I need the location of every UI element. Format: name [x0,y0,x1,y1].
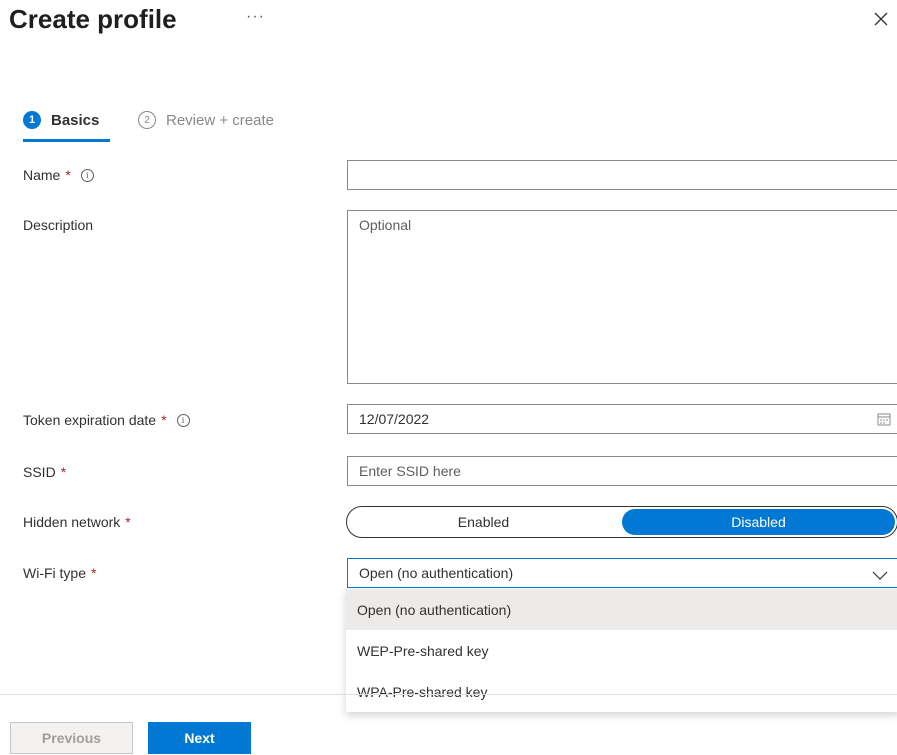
description-placeholder: Optional [359,217,412,233]
hidden-network-label: Hidden network * [23,514,131,530]
footer-divider [0,694,897,695]
required-marker: * [65,167,71,183]
name-label-text: Name [23,167,61,183]
hidden-network-label-text: Hidden network [23,514,121,530]
token-expiration-date-input[interactable]: 12/07/2022 [347,404,897,434]
description-label: Description [23,217,94,233]
ssid-input[interactable]: Enter SSID here [347,456,897,486]
toggle-option-enabled[interactable]: Enabled [347,507,620,537]
wifi-type-label-text: Wi-Fi type [23,565,86,581]
wifi-type-selected-value: Open (no authentication) [359,565,514,581]
dropdown-option[interactable]: WEP-Pre-shared key [346,630,897,671]
more-options-icon[interactable]: ··· [246,8,265,26]
required-marker: * [91,565,97,581]
wifi-type-label: Wi-Fi type * [23,565,96,581]
step-review-create[interactable]: 2 Review + create [138,108,274,132]
required-marker: * [161,412,167,428]
info-icon[interactable]: i [176,413,190,427]
step-number-badge: 2 [138,111,156,129]
step-basics[interactable]: 1 Basics [23,108,99,132]
calendar-icon[interactable] [877,412,891,429]
ssid-label: SSID * [23,464,66,480]
name-label: Name * i [23,167,94,183]
required-marker: * [60,464,67,480]
page-title: Create profile [9,4,177,34]
step-number-badge: 1 [23,111,41,129]
name-input[interactable] [347,160,897,190]
token-expiration-label: Token expiration date * i [23,412,190,428]
next-button[interactable]: Next [148,722,251,754]
dropdown-option[interactable]: WPA-Pre-shared key [346,671,897,712]
ssid-label-text: SSID [23,464,56,480]
info-icon[interactable]: i [80,168,94,182]
step-label: Basics [51,111,100,129]
step-label: Review + create [166,111,274,129]
toggle-option-disabled[interactable]: Disabled [622,509,895,535]
active-step-indicator [23,139,110,142]
wifi-type-dropdown[interactable]: Open (no authentication) [347,558,897,588]
token-expiration-label-text: Token expiration date [23,412,157,428]
close-icon[interactable] [870,8,892,30]
hidden-network-toggle[interactable]: Enabled Disabled [346,506,897,538]
token-expiration-value: 12/07/2022 [359,411,430,427]
chevron-down-icon[interactable] [872,568,888,584]
dropdown-option[interactable]: Open (no authentication) [346,589,897,630]
ssid-placeholder: Enter SSID here [359,463,461,479]
required-marker: * [125,514,131,530]
previous-button[interactable]: Previous [10,722,133,754]
description-textarea[interactable]: Optional [347,210,897,384]
